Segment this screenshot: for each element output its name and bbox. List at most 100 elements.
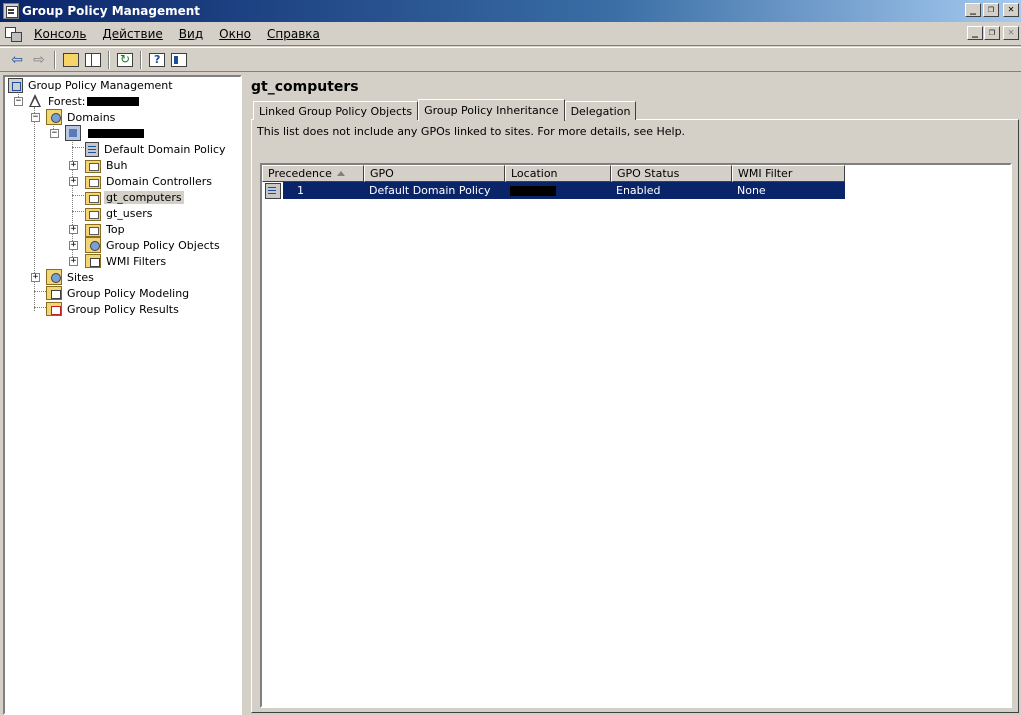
gpo-link-icon xyxy=(85,141,99,157)
redacted-location xyxy=(510,185,556,196)
cell-location xyxy=(505,182,611,199)
close-button[interactable]: ✕ xyxy=(1003,3,1019,17)
menu-action[interactable]: Действие xyxy=(94,23,170,46)
column-label: GPO Status xyxy=(617,167,680,180)
sites-icon xyxy=(46,269,62,285)
menu-console[interactable]: Консоль xyxy=(26,23,94,46)
cell-gpo-status: Enabled xyxy=(611,182,732,199)
refresh-icon[interactable] xyxy=(114,50,136,70)
tree-line xyxy=(72,195,84,196)
help-icon[interactable] xyxy=(146,50,168,70)
tree-item-buh[interactable]: Buh xyxy=(85,157,130,173)
gpo-container-icon xyxy=(85,237,101,253)
column-precedence[interactable]: Precedence xyxy=(262,165,364,182)
redacted-domain-name xyxy=(88,128,144,138)
sort-ascending-icon xyxy=(337,171,345,176)
menu-help[interactable]: Справка xyxy=(259,23,328,46)
tree-item-gt-computers[interactable]: gt_computers xyxy=(85,189,184,205)
tree-item-results[interactable]: Group Policy Results xyxy=(46,301,181,317)
tab-gp-inheritance[interactable]: Group Policy Inheritance xyxy=(418,99,565,121)
menu-window[interactable]: Окно xyxy=(211,23,259,46)
tree-label: Sites xyxy=(67,270,94,284)
ou-icon xyxy=(85,223,101,237)
tree-line xyxy=(34,307,46,308)
tree-label: gt_users xyxy=(106,206,153,220)
tree-item-forest[interactable]: Forest: xyxy=(27,93,140,109)
toolbar-separator xyxy=(140,50,142,69)
tree-item-domain[interactable] xyxy=(65,125,144,141)
tab-strip: Linked Group Policy Objects Group Policy… xyxy=(253,98,637,121)
menu-action-label: Действие xyxy=(102,27,163,41)
tree-item-gpm-root[interactable]: Group Policy Management xyxy=(8,77,175,93)
tree-item-domain-controllers[interactable]: Domain Controllers xyxy=(85,173,214,189)
menu-view[interactable]: Вид xyxy=(171,23,211,46)
results-icon xyxy=(46,302,62,316)
cell-wmi-filter: None xyxy=(732,182,845,199)
tree-label: gt_computers xyxy=(104,190,184,204)
column-wmi-filter[interactable]: WMI Filter xyxy=(732,165,845,182)
mmc-document-icon[interactable] xyxy=(4,26,22,42)
gpmc-app-icon[interactable] xyxy=(3,3,19,19)
forward-arrow-icon[interactable]: ⇨ xyxy=(28,50,50,70)
forest-icon xyxy=(27,93,43,109)
panes-glyph xyxy=(85,52,101,67)
menu-view-label: Вид xyxy=(178,27,204,41)
tree-item-sites[interactable]: Sites xyxy=(46,269,96,285)
tree-item-domains[interactable]: Domains xyxy=(46,109,117,125)
column-label: GPO xyxy=(370,167,394,180)
tab-delegation[interactable]: Delegation xyxy=(564,101,637,120)
tree-label: Default Domain Policy xyxy=(104,142,226,156)
properties-icon[interactable] xyxy=(168,50,190,70)
restore-button[interactable]: ❐ xyxy=(983,3,999,17)
details-pane: gt_computers Linked Group Policy Objects… xyxy=(248,75,1021,715)
tree-item-gt-users[interactable]: gt_users xyxy=(85,205,155,221)
expand-wmi-toggle[interactable]: + xyxy=(69,257,78,266)
folder-up-glyph xyxy=(63,52,79,67)
column-gpo[interactable]: GPO xyxy=(364,165,505,182)
expand-gpo-toggle[interactable]: + xyxy=(69,241,78,250)
menu-help-label: Справка xyxy=(267,27,320,41)
modeling-icon xyxy=(46,286,62,300)
tree-label: Domain Controllers xyxy=(106,174,213,188)
menu-window-label: Окно xyxy=(219,27,252,41)
gpo-link-icon xyxy=(265,182,281,199)
toolbar-separator xyxy=(54,50,56,69)
column-label: Location xyxy=(511,167,558,180)
tree-label: Group Policy Modeling xyxy=(67,286,190,300)
redacted-forest-name xyxy=(87,96,140,106)
expand-top-toggle[interactable]: + xyxy=(69,225,78,234)
collapse-forest-toggle[interactable]: − xyxy=(14,97,23,106)
expand-domain-controllers-toggle[interactable]: + xyxy=(69,177,78,186)
list-header: Precedence GPO Location GPO Status WMI F… xyxy=(262,165,845,182)
ou-icon xyxy=(85,207,101,221)
up-one-level-icon[interactable] xyxy=(60,50,82,70)
expand-buh-toggle[interactable]: + xyxy=(69,161,78,170)
refresh-glyph xyxy=(117,52,133,67)
column-location[interactable]: Location xyxy=(505,165,611,182)
domains-icon xyxy=(46,109,62,125)
console-tree[interactable]: Group Policy Management − Forest: − Doma… xyxy=(3,75,242,715)
tree-item-wmi-filters[interactable]: WMI Filters xyxy=(85,253,168,269)
child-minimize-button[interactable]: _ xyxy=(967,26,983,40)
tree-item-group-policy-objects[interactable]: Group Policy Objects xyxy=(85,237,222,253)
column-gpo-status[interactable]: GPO Status xyxy=(611,165,732,182)
properties-glyph xyxy=(171,52,187,67)
child-close-button[interactable]: ✕ xyxy=(1003,26,1019,40)
collapse-domain-toggle[interactable]: − xyxy=(50,129,59,138)
minimize-button[interactable]: _ xyxy=(965,3,981,17)
tree-item-top[interactable]: Top xyxy=(85,221,127,237)
tree-item-default-domain-policy[interactable]: Default Domain Policy xyxy=(85,141,228,157)
column-label: WMI Filter xyxy=(738,167,793,180)
tree-label: Group Policy Results xyxy=(67,302,179,316)
ou-icon xyxy=(85,159,101,173)
child-restore-button[interactable]: ❐ xyxy=(984,26,1000,40)
collapse-domains-toggle[interactable]: − xyxy=(31,113,40,122)
expand-sites-toggle[interactable]: + xyxy=(31,273,40,282)
inheritance-list[interactable]: Precedence GPO Location GPO Status WMI F… xyxy=(260,163,1012,708)
wmi-filter-icon xyxy=(85,254,101,268)
tab-linked-gpos[interactable]: Linked Group Policy Objects xyxy=(253,101,419,120)
table-row[interactable]: 1 Default Domain Policy Enabled None xyxy=(262,182,845,199)
tree-item-modeling[interactable]: Group Policy Modeling xyxy=(46,285,191,301)
show-hide-tree-icon[interactable] xyxy=(82,50,104,70)
back-arrow-icon[interactable]: ⇦ xyxy=(6,50,28,70)
